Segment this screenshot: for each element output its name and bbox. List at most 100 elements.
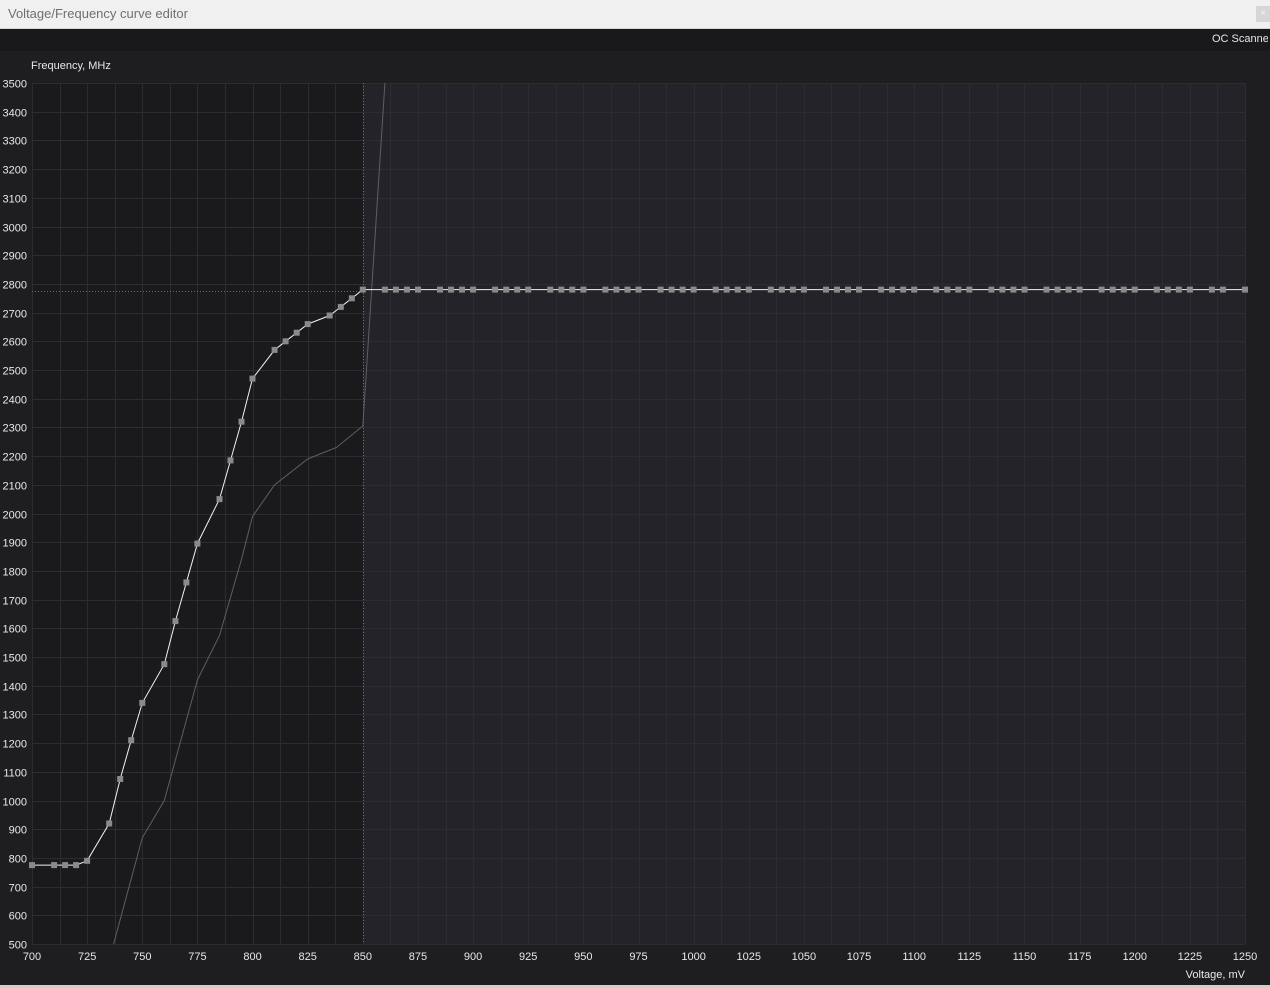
curve-point[interactable]	[1120, 286, 1127, 293]
curve-point[interactable]	[1021, 286, 1028, 293]
y-tick-label: 1600	[3, 624, 27, 636]
x-tick-label: 875	[409, 951, 427, 963]
curve-point[interactable]	[966, 286, 973, 293]
y-axis-title: Frequency, MHz	[31, 60, 111, 72]
curve-point[interactable]	[29, 862, 35, 869]
curve-point[interactable]	[359, 286, 366, 293]
curve-point[interactable]	[139, 699, 146, 706]
curve-point[interactable]	[459, 286, 466, 293]
curve-point[interactable]	[271, 346, 278, 353]
curve-point[interactable]	[1076, 286, 1083, 293]
curve-point[interactable]	[381, 286, 388, 293]
curve-point[interactable]	[1010, 286, 1017, 293]
curve-point[interactable]	[172, 618, 179, 625]
curve-point[interactable]	[679, 286, 686, 293]
curve-point[interactable]	[613, 286, 620, 293]
curve-point[interactable]	[1065, 286, 1072, 293]
curve-point[interactable]	[249, 375, 256, 382]
curve-point[interactable]	[933, 286, 940, 293]
curve-point[interactable]	[800, 286, 807, 293]
curve-point[interactable]	[183, 579, 190, 586]
x-tick-label: 825	[299, 951, 317, 963]
curve-point[interactable]	[558, 286, 565, 293]
curve-point[interactable]	[194, 540, 201, 547]
curve-point[interactable]	[216, 496, 223, 503]
curve-point[interactable]	[1242, 286, 1248, 293]
curve-point[interactable]	[635, 286, 642, 293]
curve-point[interactable]	[900, 286, 907, 293]
curve-point[interactable]	[778, 286, 785, 293]
curve-point[interactable]	[1175, 286, 1182, 293]
curve-point[interactable]	[106, 820, 113, 827]
curve-point[interactable]	[326, 312, 333, 319]
curve-point[interactable]	[227, 457, 234, 464]
curve-point[interactable]	[1208, 286, 1215, 293]
curve-point[interactable]	[492, 286, 499, 293]
curve-point[interactable]	[304, 321, 311, 328]
curve-point[interactable]	[525, 286, 532, 293]
curve-point[interactable]	[470, 286, 477, 293]
curve-point[interactable]	[834, 286, 840, 293]
curve-point[interactable]	[117, 776, 124, 782]
curve-point[interactable]	[128, 737, 135, 744]
y-tick-label: 2400	[3, 395, 27, 407]
curve-point[interactable]	[337, 303, 344, 310]
curve-point[interactable]	[415, 286, 421, 293]
curve-point[interactable]	[955, 286, 962, 293]
vf-chart[interactable]: 500 600 700 800 900 1000 1100 1200 1300 1400 1500 1…	[0, 51, 1270, 985]
curve-point[interactable]	[944, 286, 951, 293]
curve-point[interactable]	[723, 286, 730, 293]
curve-point[interactable]	[1109, 286, 1116, 293]
curve-point[interactable]	[73, 862, 80, 869]
curve-point[interactable]	[437, 286, 443, 293]
curve-point[interactable]	[999, 286, 1006, 293]
oc-scanner-button[interactable]: OC Scanner	[1212, 33, 1268, 45]
curve-point[interactable]	[1131, 286, 1138, 293]
curve-point[interactable]	[1219, 286, 1226, 293]
curve-point[interactable]	[293, 329, 300, 336]
curve-point[interactable]	[1186, 286, 1193, 293]
curve-point[interactable]	[789, 286, 796, 293]
window-title: Voltage/Frequency curve editor	[8, 6, 188, 21]
curve-point[interactable]	[657, 286, 664, 293]
curve-point[interactable]	[1164, 286, 1171, 293]
curve-point[interactable]	[348, 295, 355, 302]
curve-point[interactable]	[580, 286, 587, 293]
curve-point[interactable]	[624, 286, 631, 293]
curve-point[interactable]	[690, 286, 697, 293]
curve-point[interactable]	[878, 286, 885, 293]
curve-point[interactable]	[403, 286, 410, 293]
curve-point[interactable]	[767, 286, 774, 293]
curve-point[interactable]	[911, 286, 918, 293]
curve-point[interactable]	[602, 286, 609, 293]
curve-point[interactable]	[569, 286, 576, 293]
curve-point[interactable]	[282, 338, 289, 345]
x-tick-label: 1050	[792, 951, 816, 963]
curve-point[interactable]	[734, 286, 741, 293]
curve-point[interactable]	[988, 286, 995, 293]
curve-point[interactable]	[503, 286, 510, 293]
curve-point[interactable]	[1054, 286, 1061, 293]
curve-point[interactable]	[823, 286, 829, 293]
close-icon[interactable]: ×	[1256, 6, 1270, 22]
x-tick-label: 1150	[1013, 951, 1037, 963]
curve-point[interactable]	[84, 857, 91, 864]
curve-point[interactable]	[889, 286, 896, 293]
curve-point[interactable]	[745, 286, 752, 293]
curve-point[interactable]	[514, 286, 521, 293]
curve-point[interactable]	[1098, 286, 1105, 293]
curve-point[interactable]	[448, 286, 454, 293]
curve-point[interactable]	[161, 661, 168, 668]
curve-point[interactable]	[238, 418, 245, 425]
curve-point[interactable]	[856, 286, 862, 293]
curve-point[interactable]	[51, 862, 58, 869]
curve-point[interactable]	[712, 286, 719, 293]
curve-point[interactable]	[1043, 286, 1050, 293]
x-tick-label: 725	[78, 951, 96, 963]
curve-point[interactable]	[392, 286, 399, 293]
curve-point[interactable]	[1153, 286, 1160, 293]
curve-point[interactable]	[668, 286, 675, 293]
curve-point[interactable]	[547, 286, 554, 293]
curve-point[interactable]	[845, 286, 851, 293]
curve-point[interactable]	[62, 862, 69, 869]
